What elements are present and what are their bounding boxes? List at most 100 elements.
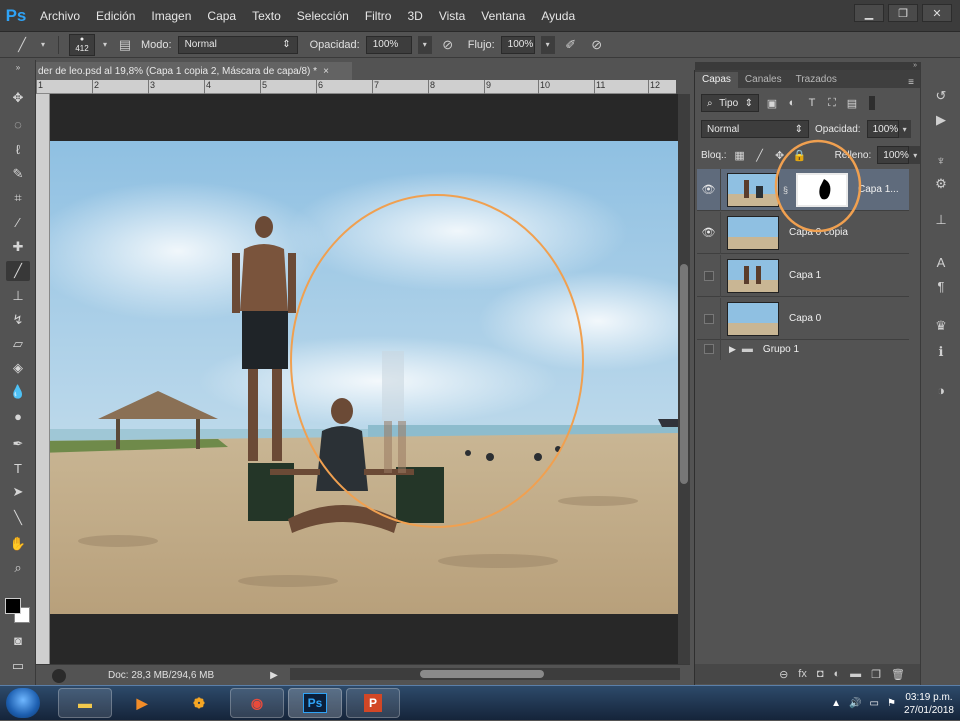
network-icon[interactable]: ▭ [870,698,879,709]
canvas-area[interactable] [50,94,678,664]
tab-capas[interactable]: Capas [695,72,738,88]
eraser-tool-icon[interactable]: ▱ [6,334,30,354]
menu-ventana[interactable]: Ventana [473,0,533,32]
opacity-field[interactable]: 100% [365,35,412,54]
shape-tool-icon[interactable]: ╲ [6,508,30,528]
taskbar-fl-studio[interactable]: ❁ [172,688,226,718]
history-brush-tool-icon[interactable]: ↯ [6,310,30,330]
eyedropper-tool-icon[interactable]: ⁄ [6,212,30,232]
menu-archivo[interactable]: Archivo [32,0,88,32]
quick-mask-icon[interactable]: ◙ [6,630,30,650]
close-document-icon[interactable]: × [323,66,329,77]
taskbar-powerpoint[interactable]: P [346,688,400,718]
layer-row[interactable]: Capa 0 [697,297,909,340]
menu-texto[interactable]: Texto [244,0,289,32]
volume-icon[interactable]: 🔊 [849,698,861,709]
horizontal-scrollbar[interactable] [290,668,680,680]
restore-button[interactable]: ❐ [888,4,918,22]
layer-name[interactable]: Capa 1... [858,184,899,195]
actions-panel-icon[interactable]: ▶ [931,110,951,130]
collapse-icon[interactable]: » [6,62,30,72]
layer-name[interactable]: Capa 1 [789,270,821,281]
start-button[interactable] [6,688,40,718]
smart-object-filter-icon[interactable]: ▤ [845,96,859,110]
shape-filter-icon[interactable]: ⛶ [825,96,839,110]
new-layer-icon[interactable]: ❐ [871,668,881,681]
filter-toggle[interactable] [869,96,875,110]
taskbar-explorer[interactable]: ▬ [58,688,112,718]
crop-tool-icon[interactable]: ⌗ [6,188,30,208]
pressure-size-icon[interactable]: ⊘ [587,36,607,54]
close-button[interactable]: ✕ [922,4,952,22]
adjustments-icon[interactable]: ⚙ [931,174,951,194]
pen-tool-icon[interactable]: ✒ [6,434,30,454]
scroll-thumb[interactable] [420,670,544,678]
taskbar-photoshop[interactable]: Ps [288,688,342,718]
character-panel-icon[interactable]: A [931,252,951,272]
path-selection-tool-icon[interactable]: ➤ [6,482,30,502]
filter-kind-select[interactable]: ⌕ Tipo ⇕ [701,94,759,112]
menu-vista[interactable]: Vista [431,0,473,32]
add-mask-icon[interactable]: ◘ [817,668,824,680]
airbrush-icon[interactable]: ✐ [561,36,581,54]
status-menu-arrow-icon[interactable]: ▶ [270,670,278,681]
chevron-down-icon[interactable]: ▾ [38,36,48,54]
type-tool-icon[interactable]: T [6,458,30,478]
panel-menu-icon[interactable]: ≡ [908,77,914,88]
clock[interactable]: 03:19 p.m. 27/01/2018 [904,691,954,717]
pressure-opacity-icon[interactable]: ⊘ [438,36,458,54]
opacity-dropdown-icon[interactable]: ▾ [898,120,911,138]
quick-selection-tool-icon[interactable]: ✎ [6,164,30,184]
menu-ayuda[interactable]: Ayuda [533,0,583,32]
zoom-tool-icon[interactable]: ⌕ [6,558,30,578]
menu-filtro[interactable]: Filtro [357,0,400,32]
fill-field[interactable]: 100% [877,146,910,164]
navigator-panel-icon[interactable]: ◑ [931,380,951,400]
opacity-dropdown-icon[interactable]: ▾ [417,35,432,54]
document-tab[interactable]: der de leo.psd al 19,8% (Capa 1 copia 2,… [36,62,352,80]
brush-panel-icon[interactable]: ▤ [115,36,135,54]
link-layers-icon[interactable]: ⊖ [779,668,788,681]
minimize-button[interactable]: ▁ [854,4,884,22]
chevron-down-icon[interactable]: ▾ [101,36,109,54]
type-filter-icon[interactable]: T [805,96,819,110]
taskbar-media-player[interactable]: ▶ [115,688,169,718]
group-name[interactable]: Grupo 1 [763,344,799,355]
flag-icon[interactable]: ⚑ [887,698,896,709]
clone-stamp-tool-icon[interactable]: ⊥ [6,286,30,306]
adjustment-filter-icon[interactable]: ◐ [785,96,799,110]
eye-icon[interactable]: 👁 [697,168,721,211]
paint-bucket-tool-icon[interactable]: ◈ [6,358,30,378]
pixel-filter-icon[interactable]: ▣ [765,96,779,110]
mode-select[interactable]: Normal ⇕ [177,35,298,54]
visibility-toggle[interactable] [697,254,721,297]
dodge-tool-icon[interactable]: ● [6,406,30,426]
move-tool-icon[interactable]: ✥ [6,88,30,108]
layer-row[interactable]: Capa 1 [697,254,909,297]
visibility-toggle[interactable] [697,338,721,360]
tab-canales[interactable]: Canales [738,72,789,88]
blur-tool-icon[interactable]: 💧 [6,382,30,402]
brush-presets-icon[interactable]: ♆ [931,150,951,170]
taskbar-chrome[interactable]: ◉ [230,688,284,718]
eye-icon[interactable]: 👁 [697,211,721,254]
lock-transparency-icon[interactable]: ▦ [733,148,747,162]
screen-mode-icon[interactable]: ▭ [6,656,30,676]
brush-tool-icon[interactable]: ╱ [6,261,30,281]
menu-imagen[interactable]: Imagen [143,0,199,32]
tab-trazados[interactable]: Trazados [789,72,844,88]
visibility-toggle[interactable] [697,297,721,340]
layer-group-row[interactable]: ▶ ▬ Grupo 1 [697,338,909,360]
vertical-scrollbar[interactable] [678,94,690,664]
menu-capa[interactable]: Capa [199,0,244,32]
adjustment-layer-icon[interactable]: ◐ [834,668,841,680]
flow-field[interactable]: 100% [500,35,535,54]
marquee-tool-icon[interactable]: ◌ [6,114,30,134]
lasso-tool-icon[interactable]: ℓ [6,139,30,159]
new-group-icon[interactable]: ▬ [850,668,861,680]
foreground-color-swatch[interactable] [5,598,21,614]
expand-arrow-icon[interactable]: ▶ [729,344,736,355]
brush-preset-picker[interactable]: ● 412 [69,33,95,56]
tool-presets-icon[interactable]: ⊥ [931,210,951,230]
scroll-thumb[interactable] [680,264,688,484]
